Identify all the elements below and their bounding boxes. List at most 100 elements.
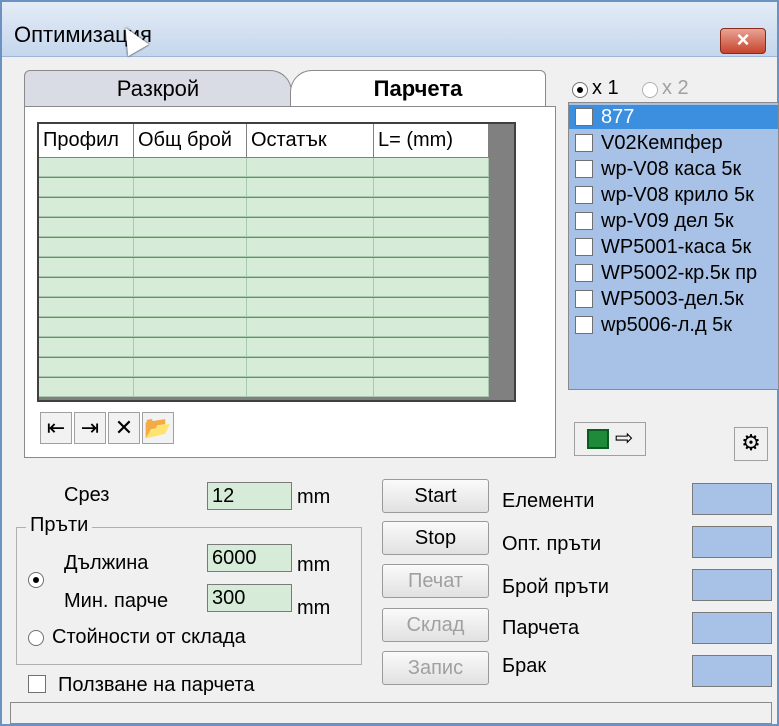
import-button[interactable]: ⇤: [40, 412, 72, 444]
print-button[interactable]: Печат: [382, 564, 489, 598]
export-button[interactable]: ⇥: [74, 412, 106, 444]
table-row[interactable]: [39, 218, 489, 237]
table-cell[interactable]: [39, 158, 134, 177]
tab-pieces[interactable]: Парчета: [290, 70, 546, 108]
table-cell[interactable]: [247, 338, 374, 357]
table-cell[interactable]: [134, 378, 247, 397]
list-item[interactable]: wp-V08 крило 5к: [569, 183, 778, 207]
table-cell[interactable]: [374, 338, 489, 357]
settings-button[interactable]: ⚙: [734, 427, 768, 461]
table-cell[interactable]: [374, 218, 489, 237]
cut-input[interactable]: 12: [207, 482, 292, 510]
table-cell[interactable]: [247, 238, 374, 257]
list-item-checkbox[interactable]: [575, 212, 593, 230]
table-cell[interactable]: [134, 178, 247, 197]
table-cell[interactable]: [247, 158, 374, 177]
stock-values-radio[interactable]: [28, 630, 44, 646]
table-cell[interactable]: [134, 198, 247, 217]
list-item[interactable]: WP5001-каса 5к: [569, 235, 778, 259]
list-item[interactable]: V02Кемпфер: [569, 131, 778, 155]
table-cell[interactable]: [374, 318, 489, 337]
table-cell[interactable]: [134, 338, 247, 357]
list-item[interactable]: wp5006-л.д 5к: [569, 313, 778, 337]
table-cell[interactable]: [247, 218, 374, 237]
table-cell[interactable]: [247, 378, 374, 397]
table-cell[interactable]: [374, 298, 489, 317]
table-cell[interactable]: [134, 258, 247, 277]
list-item-checkbox[interactable]: [575, 264, 593, 282]
table-cell[interactable]: [247, 318, 374, 337]
table-cell[interactable]: [247, 278, 374, 297]
table-cell[interactable]: [39, 218, 134, 237]
table-row[interactable]: [39, 258, 489, 277]
use-pieces-checkbox[interactable]: [28, 675, 46, 693]
table-cell[interactable]: [374, 158, 489, 177]
table-row[interactable]: [39, 238, 489, 257]
table-cell[interactable]: [39, 378, 134, 397]
table-cell[interactable]: [39, 238, 134, 257]
table-cell[interactable]: [374, 198, 489, 217]
table-row[interactable]: [39, 178, 489, 197]
table-cell[interactable]: [374, 238, 489, 257]
table-cell[interactable]: [134, 358, 247, 377]
list-item-checkbox[interactable]: [575, 186, 593, 204]
close-button[interactable]: ×: [720, 28, 766, 54]
table-cell[interactable]: [247, 298, 374, 317]
multiplier-x1-radio[interactable]: [572, 82, 588, 98]
list-item-checkbox[interactable]: [575, 290, 593, 308]
table-cell[interactable]: [247, 198, 374, 217]
multiplier-x2-radio[interactable]: [642, 82, 658, 98]
excel-export-button[interactable]: ⇨: [574, 422, 646, 456]
list-item[interactable]: wp-V08 каса 5к: [569, 157, 778, 181]
table-cell[interactable]: [374, 258, 489, 277]
table-cell[interactable]: [134, 238, 247, 257]
table-cell[interactable]: [134, 158, 247, 177]
list-item[interactable]: WP5002-кр.5к пр: [569, 261, 778, 285]
table-row[interactable]: [39, 198, 489, 217]
table-cell[interactable]: [39, 278, 134, 297]
tab-cutting[interactable]: Разкрой: [24, 70, 292, 108]
table-row[interactable]: [39, 338, 489, 357]
profile-list[interactable]: 877 V02Кемпфер wp-V08 каса 5к wp-V08 крило …: [568, 102, 779, 390]
table-cell[interactable]: [39, 178, 134, 197]
column-header[interactable]: Остатък: [247, 124, 374, 158]
start-button[interactable]: Start: [382, 479, 489, 513]
list-item-checkbox[interactable]: [575, 134, 593, 152]
open-folder-button[interactable]: 📂: [142, 412, 174, 444]
table-row[interactable]: [39, 378, 489, 397]
table-cell[interactable]: [247, 178, 374, 197]
table-cell[interactable]: [374, 178, 489, 197]
table-row[interactable]: [39, 318, 489, 337]
table-cell[interactable]: [247, 358, 374, 377]
list-item-checkbox[interactable]: [575, 316, 593, 334]
table-cell[interactable]: [134, 278, 247, 297]
list-item-checkbox[interactable]: [575, 238, 593, 256]
table-row[interactable]: [39, 358, 489, 377]
table-cell[interactable]: [247, 258, 374, 277]
table-row[interactable]: [39, 298, 489, 317]
table-cell[interactable]: [39, 298, 134, 317]
table-cell[interactable]: [134, 218, 247, 237]
table-cell[interactable]: [39, 358, 134, 377]
list-item[interactable]: 877: [569, 105, 778, 129]
table-cell[interactable]: [39, 198, 134, 217]
stop-button[interactable]: Stop: [382, 521, 489, 555]
title-bar[interactable]: Оптимизация ×: [2, 2, 777, 57]
table-cell[interactable]: [39, 318, 134, 337]
list-item[interactable]: WP5003-дел.5к: [569, 287, 778, 311]
table-row[interactable]: [39, 278, 489, 297]
list-item-checkbox[interactable]: [575, 160, 593, 178]
stock-button[interactable]: Склад: [382, 608, 489, 642]
table-cell[interactable]: [374, 278, 489, 297]
list-item-checkbox[interactable]: [575, 108, 593, 126]
table-cell[interactable]: [39, 258, 134, 277]
list-item[interactable]: wp-V09 дел 5к: [569, 209, 778, 233]
table-cell[interactable]: [134, 318, 247, 337]
length-input[interactable]: 6000: [207, 544, 292, 572]
column-header[interactable]: Общ брой: [134, 124, 247, 158]
manual-values-radio[interactable]: [28, 572, 44, 588]
table-row[interactable]: [39, 158, 489, 177]
save-button[interactable]: Запис: [382, 651, 489, 685]
table-cell[interactable]: [134, 298, 247, 317]
min-piece-input[interactable]: 300: [207, 584, 292, 612]
